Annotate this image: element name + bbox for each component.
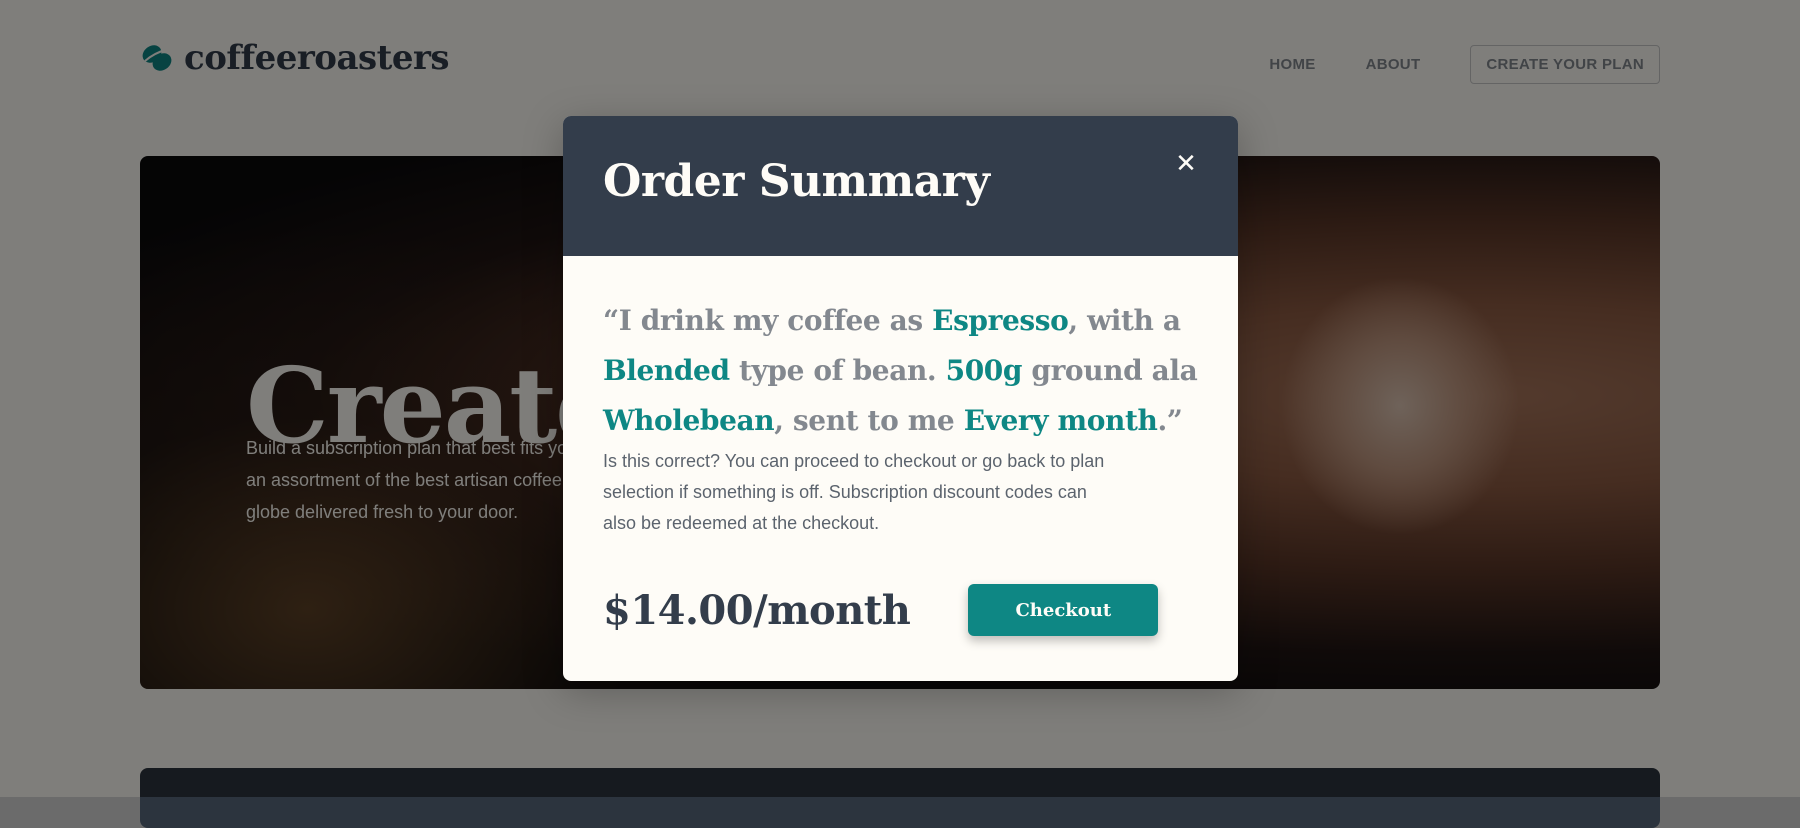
summary-text: , sent to me (774, 404, 964, 437)
summary-frequency: Every month (963, 404, 1158, 437)
summary-text: “I drink my coffee as (603, 304, 933, 337)
modal-body: “I drink my coffee as Espresso, with a B… (563, 256, 1238, 539)
price-per-month: $14.00/month (603, 586, 911, 634)
summary-text: type of bean. (729, 354, 946, 387)
modal-title: Order Summary (603, 156, 990, 207)
summary-text: , with a (1068, 304, 1181, 337)
summary-quantity: 500g (945, 354, 1023, 387)
summary-text: ground ala (1022, 354, 1198, 387)
summary-grind: Wholebean (603, 404, 775, 437)
order-summary-text: “I drink my coffee as Espresso, with a B… (603, 296, 1198, 446)
summary-bean: Blended (603, 354, 730, 387)
summary-text: .” (1157, 404, 1183, 437)
confirmation-note: Is this correct? You can proceed to chec… (603, 451, 1105, 533)
checkout-button[interactable]: Checkout (968, 584, 1159, 636)
close-icon[interactable]: ✕ (1172, 150, 1200, 178)
modal-footer: $14.00/month Checkout (603, 584, 1159, 636)
order-summary-modal: Order Summary ✕ “I drink my coffee as Es… (563, 116, 1238, 681)
modal-header: Order Summary ✕ (563, 116, 1238, 256)
summary-drink: Espresso (932, 304, 1069, 337)
